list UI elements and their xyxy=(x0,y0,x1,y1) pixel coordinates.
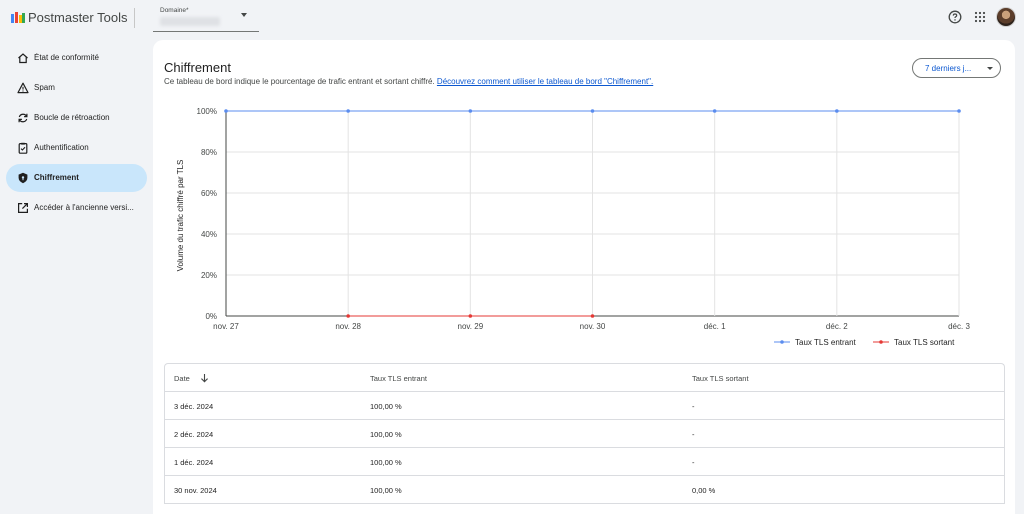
data-point[interactable] xyxy=(957,109,961,113)
sidebar-item-label: Chiffrement xyxy=(34,173,79,182)
encryption-line-chart: 0% 20% 40% 60% 80% 100% nov. 27 nov. 28 nov. 29 n… xyxy=(176,107,970,347)
data-point[interactable] xyxy=(590,314,595,318)
sidebar-item-label: État de conformité xyxy=(34,53,99,62)
avatar[interactable] xyxy=(996,7,1016,27)
app-title[interactable]: Postmaster Tools xyxy=(28,10,127,25)
sidebar-item-label: Accéder à l'ancienne versi... xyxy=(34,203,134,212)
home-icon xyxy=(18,53,28,64)
table-row: 30 nov. 2024 100,00 % 0,00 % xyxy=(165,476,1004,504)
data-point[interactable] xyxy=(346,314,350,318)
shield-icon xyxy=(18,172,28,184)
y-tick-label: 40% xyxy=(201,230,217,239)
cell-tls-entrant: 100,00 % xyxy=(370,486,402,495)
page-title: Chiffrement xyxy=(164,60,231,75)
description-text: Ce tableau de bord indique le pourcentag… xyxy=(164,77,437,86)
x-tick-label: nov. 27 xyxy=(213,322,239,331)
cell-date: 3 déc. 2024 xyxy=(174,402,214,411)
learn-more-link[interactable]: Découvrez comment utiliser le tableau de… xyxy=(437,77,653,86)
clipboard-check-icon xyxy=(18,142,28,154)
help-icon[interactable] xyxy=(948,10,962,24)
date-range-label: 7 derniers j... xyxy=(925,64,972,73)
sync-icon xyxy=(18,113,28,123)
main-card: Chiffrement Ce tableau de bord indique l… xyxy=(153,40,1015,514)
data-point[interactable] xyxy=(468,109,473,113)
cell-tls-sortant: 0,00 % xyxy=(692,486,716,495)
x-tick-label: déc. 3 xyxy=(948,322,970,331)
encryption-table: Date Taux TLS entrant Taux TLS sortant 3… xyxy=(164,363,1005,504)
date-range-select[interactable]: 7 derniers j... xyxy=(912,58,1001,78)
cell-tls-sortant: - xyxy=(692,430,695,439)
table-row: 2 déc. 2024 100,00 % - xyxy=(165,420,1004,448)
cell-date: 1 déc. 2024 xyxy=(174,458,214,467)
header-divider xyxy=(134,8,135,28)
data-point[interactable] xyxy=(712,109,717,113)
cell-date: 2 déc. 2024 xyxy=(174,430,214,439)
x-tick-label: déc. 1 xyxy=(704,322,726,331)
column-header-tls-sortant[interactable]: Taux TLS sortant xyxy=(692,374,749,383)
page-description: Ce tableau de bord indique le pourcentag… xyxy=(164,77,653,86)
sidebar-item-label: Boucle de rétroaction xyxy=(34,113,110,122)
sidebar-item-ancienne-version[interactable]: Accéder à l'ancienne versi... xyxy=(6,194,147,222)
sidebar-item-boucle-retroaction[interactable]: Boucle de rétroaction xyxy=(6,104,147,132)
table-header-row: Date Taux TLS entrant Taux TLS sortant xyxy=(165,364,1004,392)
domain-label: Domaine* xyxy=(160,7,189,14)
legend-label[interactable]: Taux TLS sortant xyxy=(894,338,955,347)
table-row: 1 déc. 2024 100,00 % - xyxy=(165,448,1004,476)
domain-value-redacted xyxy=(160,17,220,26)
x-tick-label: nov. 30 xyxy=(580,322,606,331)
sidebar-item-label: Authentification xyxy=(34,143,89,152)
sidebar-item-spam[interactable]: Spam xyxy=(6,74,147,102)
sidebar-item-chiffrement[interactable]: Chiffrement xyxy=(6,164,147,192)
legend-swatch-point xyxy=(879,340,883,344)
postmaster-logo-icon xyxy=(11,12,25,23)
apps-grid-icon[interactable] xyxy=(974,11,986,23)
cell-tls-entrant: 100,00 % xyxy=(370,458,402,467)
cell-tls-entrant: 100,00 % xyxy=(370,430,402,439)
chevron-down-icon xyxy=(241,13,247,17)
open-in-new-icon xyxy=(18,203,28,213)
x-tick-label: nov. 29 xyxy=(458,322,484,331)
y-tick-label: 20% xyxy=(201,271,217,280)
cell-tls-entrant: 100,00 % xyxy=(370,402,402,411)
y-axis-label: Volume du trafic chiffré par TLS xyxy=(176,160,185,272)
x-tick-label: nov. 28 xyxy=(335,322,361,331)
domain-select[interactable]: Domaine* xyxy=(153,4,259,32)
y-tick-label: 0% xyxy=(205,312,217,321)
cell-tls-sortant: - xyxy=(692,458,695,467)
top-bar: Postmaster Tools Domaine* xyxy=(0,0,1024,38)
table-row: 3 déc. 2024 100,00 % - xyxy=(165,392,1004,420)
legend-label[interactable]: Taux TLS entrant xyxy=(795,338,857,347)
data-point[interactable] xyxy=(835,109,839,113)
data-point[interactable] xyxy=(224,109,228,113)
data-point[interactable] xyxy=(590,109,595,113)
data-point[interactable] xyxy=(346,109,350,113)
sidebar-item-conformite[interactable]: État de conformité xyxy=(6,44,147,72)
y-tick-label: 80% xyxy=(201,148,217,157)
x-tick-label: déc. 2 xyxy=(826,322,848,331)
y-tick-label: 60% xyxy=(201,189,217,198)
sidebar-item-label: Spam xyxy=(34,83,55,92)
chevron-down-icon xyxy=(987,67,993,70)
column-header-date[interactable]: Date xyxy=(174,374,190,383)
sidebar-item-authentification[interactable]: Authentification xyxy=(6,134,147,162)
column-header-tls-entrant[interactable]: Taux TLS entrant xyxy=(370,374,427,383)
arrow-down-icon[interactable] xyxy=(200,373,209,383)
cell-tls-sortant: - xyxy=(692,402,695,411)
legend-swatch-point xyxy=(780,340,784,344)
data-point[interactable] xyxy=(468,314,473,318)
warning-icon xyxy=(17,82,29,94)
cell-date: 30 nov. 2024 xyxy=(174,486,217,495)
y-tick-label: 100% xyxy=(197,107,217,116)
